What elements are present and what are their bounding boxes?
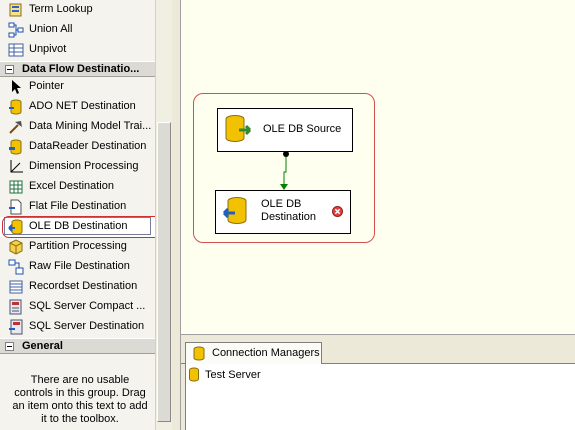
unpivot-icon: [8, 43, 24, 57]
recordset-destination-icon: [9, 280, 23, 294]
excel-destination-icon: [9, 180, 23, 194]
tab-connection-managers[interactable]: Connection Managers: [185, 342, 322, 364]
toolbox-item-label: Pointer: [29, 80, 64, 92]
toolbox-item-excel-destination[interactable]: Excel Destination: [0, 177, 155, 197]
union-all-icon: [8, 22, 24, 38]
toolbox-item-unpivot[interactable]: Unpivot: [0, 40, 155, 60]
toolbox-item-label: Recordset Destination: [29, 280, 138, 292]
toolbox-item-data-mining-model-training[interactable]: Data Mining Model Trai...: [0, 117, 155, 137]
component-label: OLE DB Destination: [261, 198, 316, 224]
general-empty-text: There are no usable controls in this gro…: [12, 374, 148, 425]
ole-db-destination-component[interactable]: OLE DB Destination: [215, 190, 351, 234]
partition-processing-icon: [9, 239, 23, 255]
toolbox-item-recordset-destination[interactable]: Recordset Destination: [0, 277, 155, 297]
collapse-toggle-icon[interactable]: [5, 65, 14, 74]
category-label: Data Flow Destinatio...: [22, 63, 140, 75]
sql-server-compact-icon: [9, 299, 22, 315]
toolbox-panel: Term Lookup Union All Unpivot Data Flow …: [0, 0, 155, 430]
pointer-icon: [12, 80, 21, 94]
toolbox-item-sql-server-compact[interactable]: SQL Server Compact ...: [0, 297, 155, 317]
connection-label: Test Server: [205, 369, 261, 381]
toolbox-item-label: SQL Server Compact ...: [29, 300, 146, 312]
datareader-destination-icon: [9, 139, 22, 155]
toolbox-item-flat-file-destination[interactable]: Flat File Destination: [0, 197, 155, 217]
toolbox-item-label: Unpivot: [29, 43, 67, 55]
toolbox-item-label: Flat File Destination: [29, 200, 127, 212]
category-general[interactable]: General: [0, 338, 155, 354]
toolbox-item-union-all[interactable]: Union All: [0, 20, 155, 40]
data-mining-icon: [9, 121, 22, 134]
component-label-line: OLE DB: [261, 198, 302, 210]
connection-icon: [189, 367, 199, 382]
sql-server-destination-icon: [9, 319, 23, 335]
toolbox-item-sql-server-destination[interactable]: SQL Server Destination: [0, 317, 155, 337]
panel-splitter[interactable]: [172, 0, 181, 430]
toolbox-item-raw-file-destination[interactable]: Raw File Destination: [0, 257, 155, 277]
toolbox-item-term-lookup[interactable]: Term Lookup: [0, 0, 155, 20]
toolbox-item-partition-processing[interactable]: Partition Processing: [0, 237, 155, 257]
term-lookup-icon: [9, 3, 22, 17]
scrollbar-thumb[interactable]: [157, 122, 171, 422]
annotation-highlight: [2, 216, 174, 238]
toolbox-item-label: Data Mining Model Trai...: [29, 120, 152, 132]
category-data-flow-destinations[interactable]: Data Flow Destinatio...: [0, 61, 155, 77]
tab-label: Connection Managers: [212, 347, 320, 359]
ole-db-source-component[interactable]: OLE DB Source: [217, 108, 353, 152]
connection-managers-icon: [193, 346, 205, 361]
toolbox-item-dimension-processing[interactable]: Dimension Processing: [0, 157, 155, 177]
error-icon: [332, 206, 343, 217]
raw-file-destination-icon: [8, 259, 24, 275]
toolbox-item-label: ADO NET Destination: [29, 100, 136, 112]
toolbox-scrollbar[interactable]: [155, 0, 172, 430]
ole-db-source-icon: [225, 115, 252, 142]
toolbox-item-label: Term Lookup: [29, 3, 93, 15]
component-label: OLE DB Source: [263, 123, 342, 135]
component-label-line: Destination: [261, 211, 317, 223]
toolbox-item-label: SQL Server Destination: [29, 320, 145, 332]
ado-net-destination-icon: [9, 99, 22, 115]
toolbox-item-datareader-destination[interactable]: DataReader Destination: [0, 137, 155, 157]
category-label: General: [22, 340, 63, 352]
dimension-processing-icon: [10, 160, 23, 173]
flat-file-destination-icon: [9, 199, 22, 215]
toolbox-item-pointer[interactable]: Pointer: [0, 77, 155, 97]
toolbox-item-ado-net-destination[interactable]: ADO NET Destination: [0, 97, 155, 117]
toolbox-item-label: DataReader Destination: [29, 140, 147, 152]
toolbox-item-label: Dimension Processing: [29, 160, 139, 172]
toolbox-item-label: Raw File Destination: [29, 260, 130, 272]
toolbox-item-label: Excel Destination: [29, 180, 114, 192]
ole-db-destination-icon: [222, 197, 247, 224]
toolbox-item-label: Union All: [29, 23, 73, 35]
collapse-toggle-icon[interactable]: [5, 342, 14, 351]
toolbox-item-label: Partition Processing: [29, 240, 127, 252]
